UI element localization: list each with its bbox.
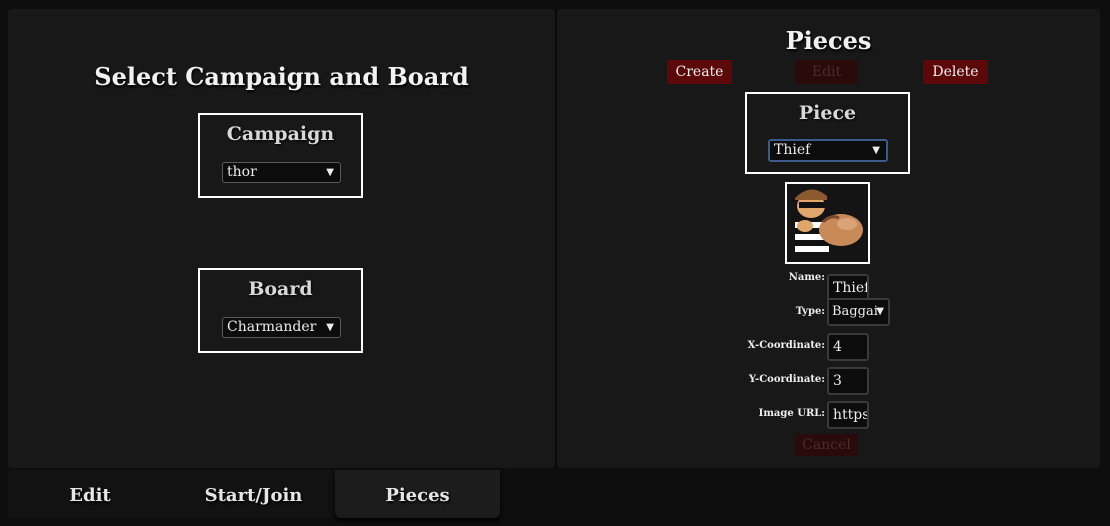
- board-box: Board Charmander ▼: [198, 268, 363, 353]
- y-coordinate-label: Y-Coordinate:: [748, 374, 825, 385]
- campaign-box: Campaign thor ▼: [198, 113, 363, 198]
- piece-box: Piece Thief ▼: [745, 92, 910, 174]
- type-select-value: Baggai: [832, 304, 878, 319]
- pieces-panel: Pieces Create Edit Delete Piece Thief ▼: [557, 9, 1100, 468]
- piece-label: Piece: [798, 102, 857, 124]
- piece-select[interactable]: Thief ▼: [768, 139, 888, 162]
- piece-image-frame: [785, 182, 870, 264]
- tab-bar: Edit Start/Join Pieces: [8, 470, 500, 518]
- tab-edit[interactable]: Edit: [8, 470, 172, 518]
- dropdown-arrow-icon: ▼: [872, 145, 880, 156]
- select-campaign-board-title: Select Campaign and Board: [94, 62, 469, 91]
- y-coordinate-input[interactable]: 3: [827, 367, 869, 395]
- dropdown-arrow-icon: ▼: [326, 322, 334, 333]
- campaign-select[interactable]: thor ▼: [222, 162, 341, 183]
- image-url-label: Image URL:: [758, 408, 825, 419]
- tab-pieces[interactable]: Pieces: [335, 470, 500, 518]
- delete-button[interactable]: Delete: [923, 60, 988, 84]
- campaign-label: Campaign: [226, 123, 335, 145]
- piece-select-value: Thief: [774, 142, 811, 158]
- x-coordinate-input[interactable]: 4: [827, 333, 869, 361]
- cancel-button[interactable]: Cancel: [795, 434, 858, 456]
- thief-image: [795, 189, 863, 252]
- create-button[interactable]: Create: [667, 60, 732, 84]
- dropdown-arrow-icon: ▼: [876, 306, 884, 317]
- pieces-title: Pieces: [785, 26, 872, 55]
- image-url-input[interactable]: https:: [827, 401, 869, 429]
- board-label: Board: [248, 278, 313, 300]
- tab-start-join[interactable]: Start/Join: [172, 470, 335, 518]
- type-select[interactable]: Baggai ▼: [827, 298, 890, 326]
- edit-button[interactable]: Edit: [795, 60, 858, 84]
- dropdown-arrow-icon: ▼: [326, 167, 334, 178]
- type-label: Type:: [795, 306, 825, 317]
- board-select[interactable]: Charmander ▼: [222, 317, 341, 338]
- board-select-value: Charmander: [227, 319, 317, 335]
- campaign-board-panel: Select Campaign and Board Campaign thor …: [8, 9, 557, 468]
- x-coordinate-label: X-Coordinate:: [747, 340, 825, 351]
- campaign-select-value: thor: [227, 164, 257, 180]
- name-label: Name:: [788, 272, 825, 283]
